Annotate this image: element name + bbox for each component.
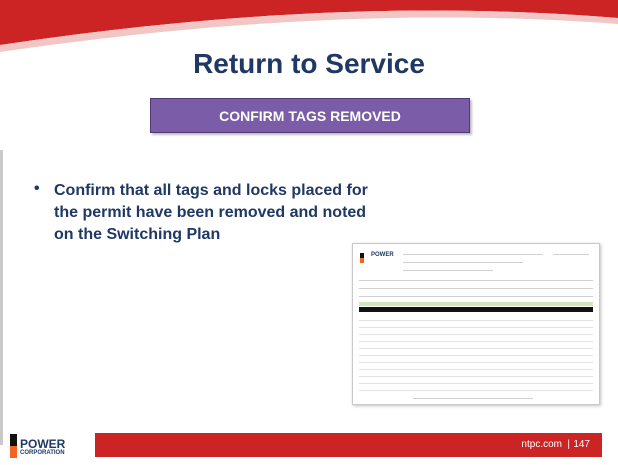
footer-url: ntpc.com	[521, 439, 562, 450]
section-banner: CONFIRM TAGS REMOVED	[150, 98, 470, 133]
document-section-header	[359, 302, 593, 306]
bullet-text: Confirm that all tags and locks placed f…	[54, 182, 368, 243]
document-table-row	[359, 383, 593, 384]
switching-plan-thumbnail: POWER	[352, 243, 600, 405]
footer-page-number: 147	[573, 439, 590, 450]
document-table-row	[359, 369, 593, 370]
bullet-marker: •	[34, 180, 40, 197]
footer-logo-text: POWER	[20, 437, 66, 451]
document-footnote	[413, 398, 533, 399]
section-banner-label: CONFIRM TAGS REMOVED	[219, 107, 401, 124]
document-table-row	[359, 355, 593, 356]
document-line	[359, 296, 593, 297]
slide-title: Return to Service	[193, 48, 425, 79]
document-logo-text: POWER	[371, 252, 394, 258]
document-table-header	[359, 307, 593, 312]
slide: Return to Service CONFIRM TAGS REMOVED •…	[0, 0, 618, 465]
footer-bar: ntpc.com | 147	[95, 433, 602, 457]
left-divider	[0, 150, 3, 445]
document-line	[359, 288, 593, 289]
document-table-row	[359, 390, 593, 391]
footer-logo-accent	[10, 446, 17, 458]
footer-separator: |	[567, 439, 570, 450]
footer-logo-subtext: CORPORATION	[20, 450, 65, 456]
document-line	[403, 254, 543, 255]
footer-logo: POWER CORPORATION	[10, 434, 90, 460]
document-table-row	[359, 362, 593, 363]
document-line	[403, 270, 493, 271]
document-table-row	[359, 341, 593, 342]
document-table-row	[359, 348, 593, 349]
document-table-row	[359, 376, 593, 377]
document-table-row	[359, 334, 593, 335]
document-line	[553, 254, 589, 255]
document-line	[359, 280, 593, 281]
document-table-row	[359, 320, 593, 321]
document-line	[403, 262, 523, 263]
document-table-row	[359, 327, 593, 328]
